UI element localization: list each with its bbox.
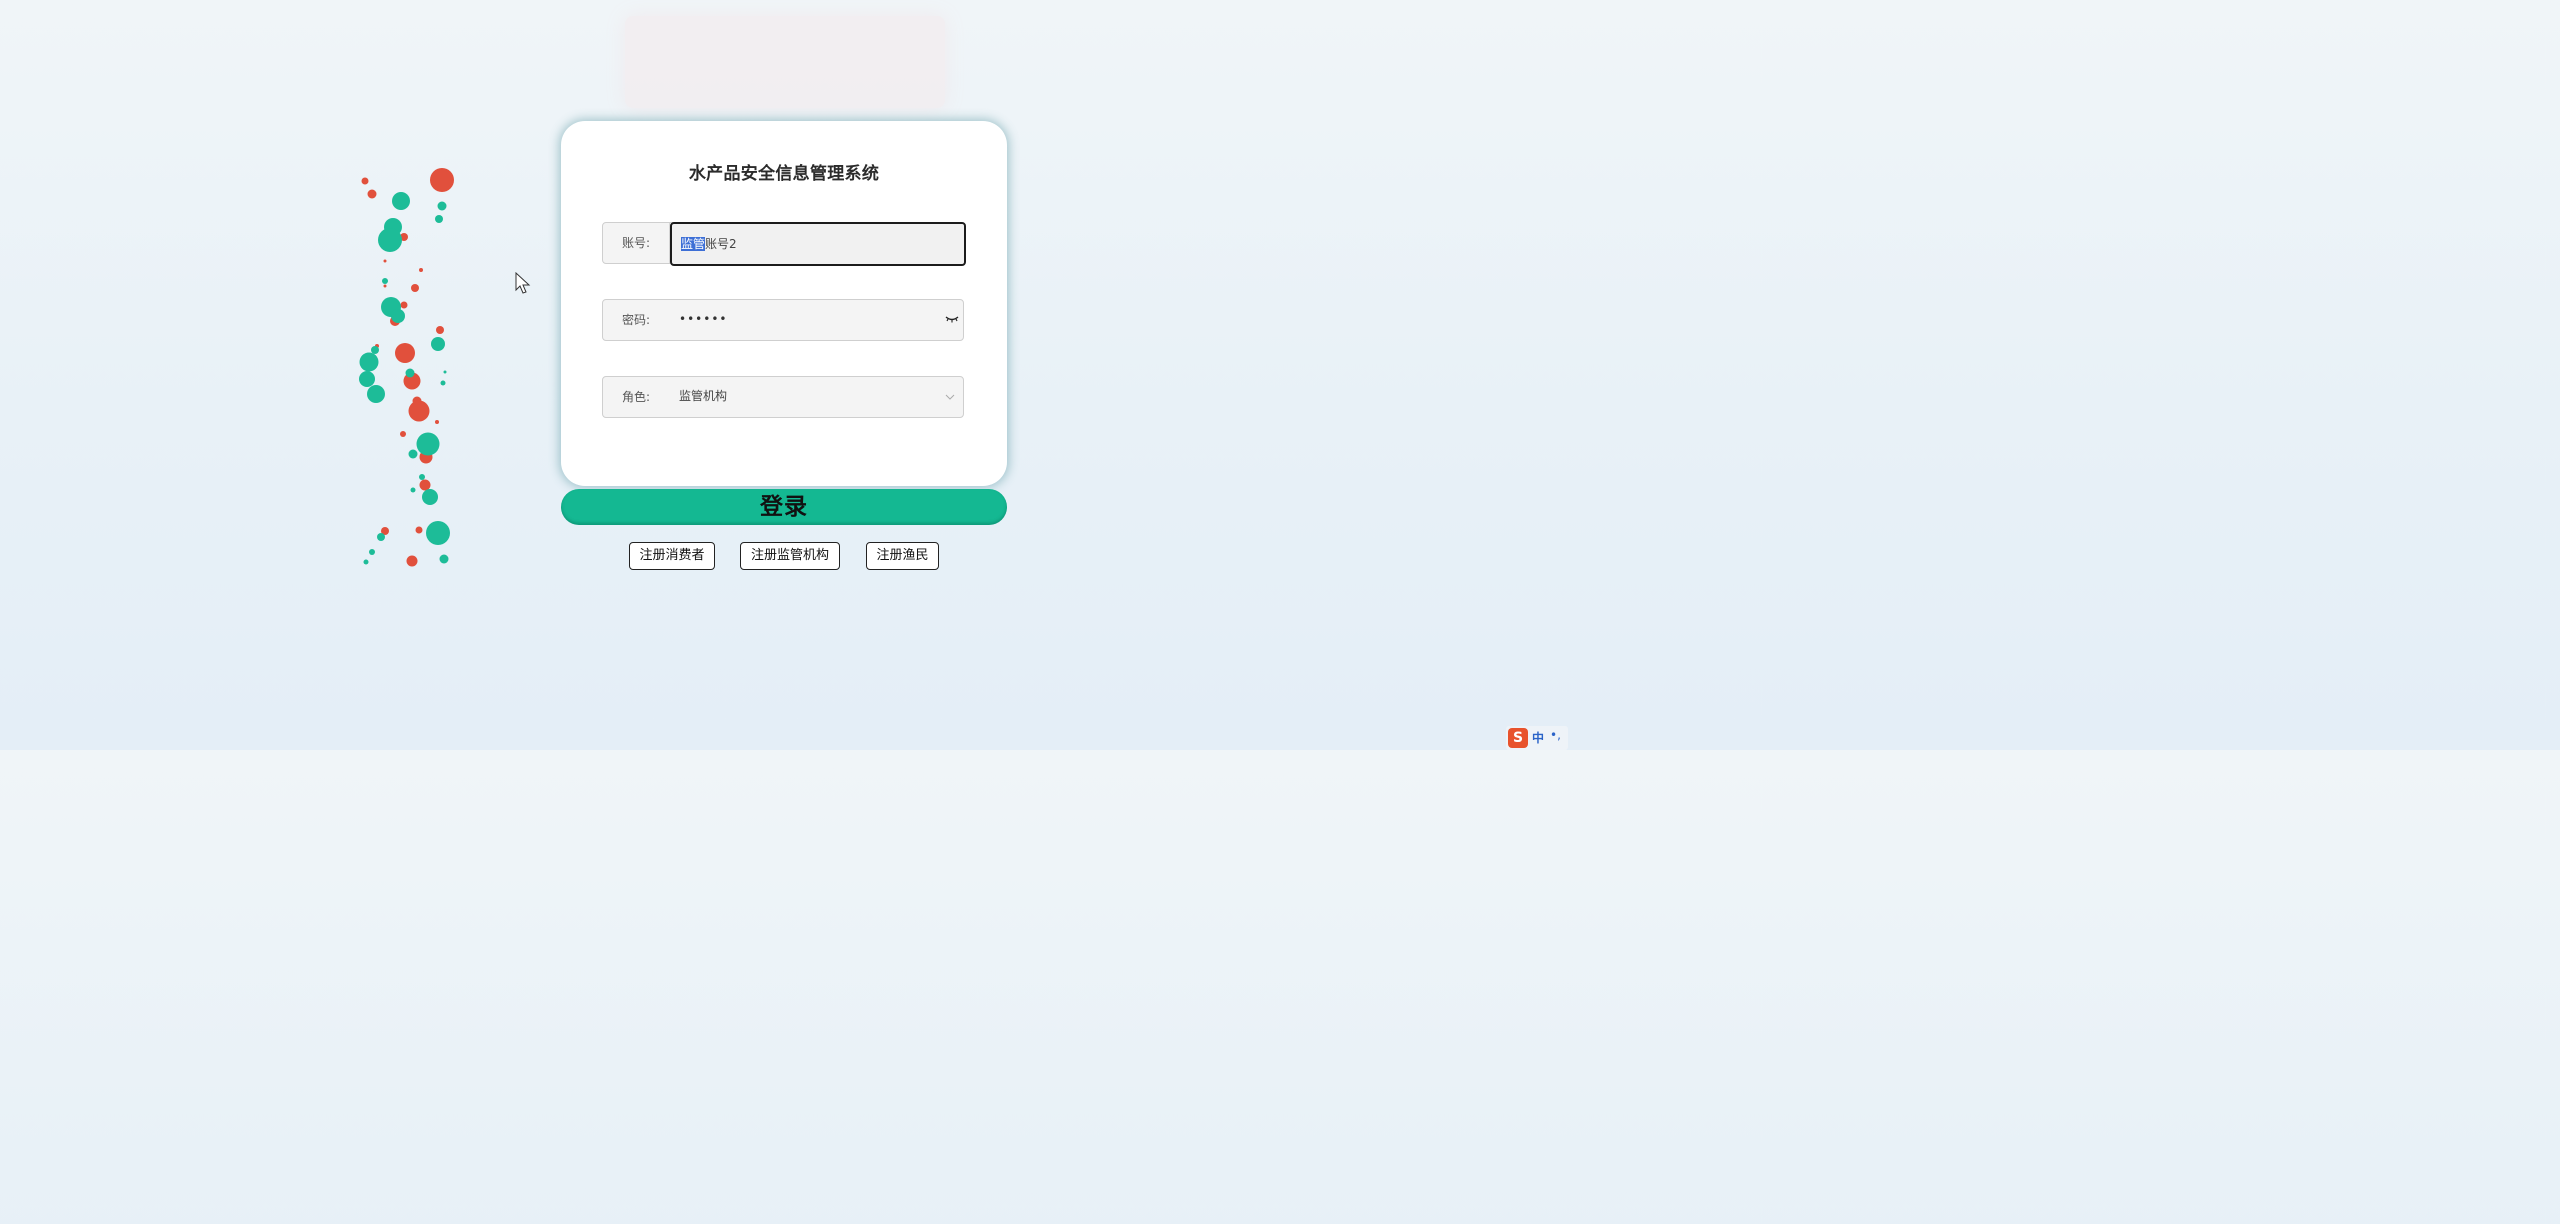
register-consumer-button[interactable]: 注册消费者 [629,542,715,570]
account-field: 账号: 监管账号2 [602,222,966,266]
background-blurred-panel [625,16,945,108]
ime-toolbar[interactable]: S 中 •, [1506,726,1568,750]
mouse-cursor-icon [515,272,531,294]
register-regulator-button[interactable]: 注册监管机构 [740,542,840,570]
decorative-bubbles [355,165,465,575]
ime-language-indicator[interactable]: 中 [1532,729,1544,746]
password-input-text: •••••• [679,312,728,326]
ime-punctuation-indicator[interactable]: •, [1550,728,1561,742]
role-selected-value: 监管机构 [679,389,728,403]
register-fisherman-button[interactable]: 注册渔民 [866,542,939,570]
login-card: 水产品安全信息管理系统 账号: 监管账号2 密码: •••••• 角色: 监管机… [561,121,1007,486]
chevron-down-icon [945,394,955,400]
password-input[interactable]: •••••• [670,299,966,343]
role-label: 角色: [621,390,651,404]
role-select[interactable]: 角色: 监管机构 [602,376,964,418]
login-button[interactable]: 登录 [561,489,1007,525]
page-title: 水产品安全信息管理系统 [688,164,880,184]
account-input[interactable]: 监管账号2 [670,222,966,266]
account-input-selected-text: 监管 [681,237,706,251]
eye-closed-icon[interactable] [945,313,959,325]
account-input-text: 账号2 [705,237,737,251]
password-field: 密码: •••••• [602,299,964,341]
password-label: 密码: [621,313,651,327]
account-label: 账号: [603,223,670,263]
ime-logo-icon: S [1508,728,1528,748]
